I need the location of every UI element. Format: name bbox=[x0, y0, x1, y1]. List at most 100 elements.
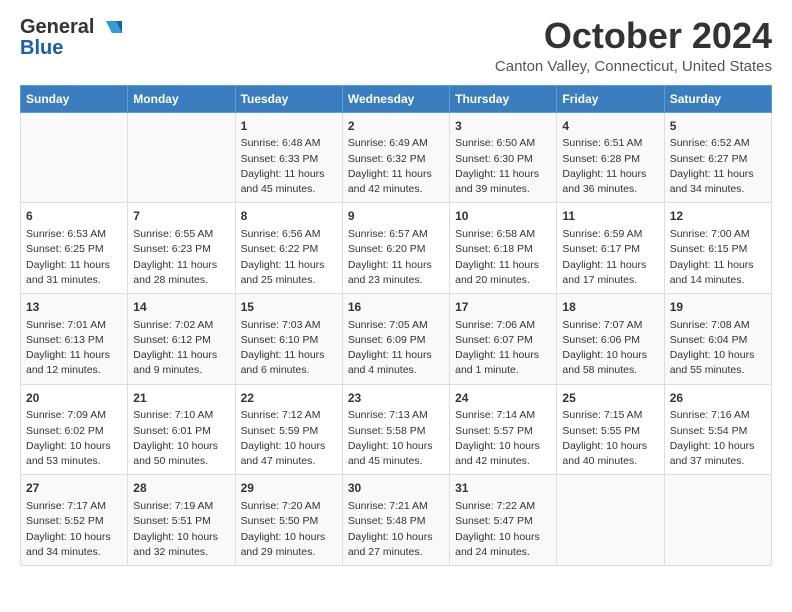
calendar-cell: 7 Sunrise: 6:55 AM Sunset: 6:23 PM Daylig… bbox=[128, 203, 235, 294]
title-section: October 2024 Canton Valley, Connecticut,… bbox=[495, 16, 772, 75]
calendar-cell: 21Sunrise: 7:10 AM Sunset: 6:01 PM Dayli… bbox=[128, 384, 235, 475]
calendar-cell: 9 Sunrise: 6:57 AM Sunset: 6:20 PM Daylig… bbox=[342, 203, 449, 294]
day-info: Sunrise: 7:21 AM Sunset: 5:48 PM Dayligh… bbox=[348, 499, 444, 560]
logo-blue: Blue bbox=[20, 37, 63, 60]
calendar-cell: 24Sunrise: 7:14 AM Sunset: 5:57 PM Dayli… bbox=[450, 384, 557, 475]
calendar-cell: 28 Sunrise: 7:19 AM Sunset: 5:51 PM Dayli… bbox=[128, 475, 235, 566]
day-info: Sunrise: 7:20 AM Sunset: 5:50 PM Dayligh… bbox=[241, 499, 337, 560]
calendar-cell: 15 Sunrise: 7:03 AM Sunset: 6:10 PM Dayli… bbox=[235, 293, 342, 384]
day-info: Sunrise: 6:58 AM Sunset: 6:18 PM Dayligh… bbox=[455, 227, 551, 288]
day-number: 28 bbox=[133, 480, 229, 497]
day-number: 14 bbox=[133, 299, 229, 316]
day-number: 18 bbox=[562, 299, 658, 316]
day-number: 10 bbox=[455, 208, 551, 225]
day-info: Sunrise: 7:19 AM Sunset: 5:51 PM Dayligh… bbox=[133, 499, 229, 560]
day-number: 29 bbox=[241, 480, 337, 497]
location-subtitle: Canton Valley, Connecticut, United State… bbox=[495, 58, 772, 75]
day-number: 8 bbox=[241, 208, 337, 225]
calendar-cell: 27 Sunrise: 7:17 AM Sunset: 5:52 PM Dayli… bbox=[21, 475, 128, 566]
weekday-header: Wednesday bbox=[342, 85, 449, 112]
calendar-week-row: 20Sunrise: 7:09 AM Sunset: 6:02 PM Dayli… bbox=[21, 384, 772, 475]
calendar-cell bbox=[128, 112, 235, 203]
weekday-header: Monday bbox=[128, 85, 235, 112]
calendar-cell: 17 Sunrise: 7:06 AM Sunset: 6:07 PM Dayli… bbox=[450, 293, 557, 384]
day-info: Sunrise: 7:07 AM Sunset: 6:06 PM Dayligh… bbox=[562, 318, 658, 379]
calendar-cell: 18 Sunrise: 7:07 AM Sunset: 6:06 PM Dayli… bbox=[557, 293, 664, 384]
day-info: Sunrise: 7:00 AM Sunset: 6:15 PM Dayligh… bbox=[670, 227, 766, 288]
day-info: Sunrise: 6:57 AM Sunset: 6:20 PM Dayligh… bbox=[348, 227, 444, 288]
day-number: 11 bbox=[562, 208, 658, 225]
calendar-cell: 8 Sunrise: 6:56 AM Sunset: 6:22 PM Daylig… bbox=[235, 203, 342, 294]
day-number: 2 bbox=[348, 118, 444, 135]
calendar-cell: 13 Sunrise: 7:01 AM Sunset: 6:13 PM Dayli… bbox=[21, 293, 128, 384]
logo-icon bbox=[96, 19, 124, 37]
calendar-cell: 12Sunrise: 7:00 AM Sunset: 6:15 PM Dayli… bbox=[664, 203, 771, 294]
day-info: Sunrise: 6:52 AM Sunset: 6:27 PM Dayligh… bbox=[670, 136, 766, 197]
day-info: Sunrise: 7:22 AM Sunset: 5:47 PM Dayligh… bbox=[455, 499, 551, 560]
calendar-cell: 23Sunrise: 7:13 AM Sunset: 5:58 PM Dayli… bbox=[342, 384, 449, 475]
day-number: 6 bbox=[26, 208, 122, 225]
calendar-cell: 5Sunrise: 6:52 AM Sunset: 6:27 PM Daylig… bbox=[664, 112, 771, 203]
calendar-cell: 22Sunrise: 7:12 AM Sunset: 5:59 PM Dayli… bbox=[235, 384, 342, 475]
day-number: 17 bbox=[455, 299, 551, 316]
calendar-cell: 25Sunrise: 7:15 AM Sunset: 5:55 PM Dayli… bbox=[557, 384, 664, 475]
day-info: Sunrise: 6:50 AM Sunset: 6:30 PM Dayligh… bbox=[455, 136, 551, 197]
calendar-week-row: 6 Sunrise: 6:53 AM Sunset: 6:25 PM Daylig… bbox=[21, 203, 772, 294]
calendar-week-row: 1Sunrise: 6:48 AM Sunset: 6:33 PM Daylig… bbox=[21, 112, 772, 203]
calendar-cell: 11Sunrise: 6:59 AM Sunset: 6:17 PM Dayli… bbox=[557, 203, 664, 294]
calendar-cell: 1Sunrise: 6:48 AM Sunset: 6:33 PM Daylig… bbox=[235, 112, 342, 203]
calendar-cell: 16 Sunrise: 7:05 AM Sunset: 6:09 PM Dayli… bbox=[342, 293, 449, 384]
calendar-cell: 10 Sunrise: 6:58 AM Sunset: 6:18 PM Dayli… bbox=[450, 203, 557, 294]
day-info: Sunrise: 7:14 AM Sunset: 5:57 PM Dayligh… bbox=[455, 408, 551, 469]
calendar-cell: 26Sunrise: 7:16 AM Sunset: 5:54 PM Dayli… bbox=[664, 384, 771, 475]
calendar-cell: 6 Sunrise: 6:53 AM Sunset: 6:25 PM Daylig… bbox=[21, 203, 128, 294]
day-number: 13 bbox=[26, 299, 122, 316]
day-info: Sunrise: 7:17 AM Sunset: 5:52 PM Dayligh… bbox=[26, 499, 122, 560]
calendar-week-row: 27 Sunrise: 7:17 AM Sunset: 5:52 PM Dayli… bbox=[21, 475, 772, 566]
day-info: Sunrise: 7:13 AM Sunset: 5:58 PM Dayligh… bbox=[348, 408, 444, 469]
day-number: 3 bbox=[455, 118, 551, 135]
calendar-cell: 29 Sunrise: 7:20 AM Sunset: 5:50 PM Dayli… bbox=[235, 475, 342, 566]
day-number: 7 bbox=[133, 208, 229, 225]
day-info: Sunrise: 7:10 AM Sunset: 6:01 PM Dayligh… bbox=[133, 408, 229, 469]
day-number: 16 bbox=[348, 299, 444, 316]
day-info: Sunrise: 6:51 AM Sunset: 6:28 PM Dayligh… bbox=[562, 136, 658, 197]
day-number: 30 bbox=[348, 480, 444, 497]
calendar-cell bbox=[664, 475, 771, 566]
day-info: Sunrise: 7:05 AM Sunset: 6:09 PM Dayligh… bbox=[348, 318, 444, 379]
page-header: General Blue October 2024 Canton Valley,… bbox=[20, 16, 772, 75]
day-info: Sunrise: 7:06 AM Sunset: 6:07 PM Dayligh… bbox=[455, 318, 551, 379]
day-info: Sunrise: 7:12 AM Sunset: 5:59 PM Dayligh… bbox=[241, 408, 337, 469]
day-number: 9 bbox=[348, 208, 444, 225]
calendar-cell: 31 Sunrise: 7:22 AM Sunset: 5:47 PM Dayli… bbox=[450, 475, 557, 566]
day-info: Sunrise: 6:55 AM Sunset: 6:23 PM Dayligh… bbox=[133, 227, 229, 288]
day-number: 4 bbox=[562, 118, 658, 135]
calendar-table: SundayMondayTuesdayWednesdayThursdayFrid… bbox=[20, 85, 772, 566]
day-info: Sunrise: 6:56 AM Sunset: 6:22 PM Dayligh… bbox=[241, 227, 337, 288]
weekday-header: Friday bbox=[557, 85, 664, 112]
day-number: 25 bbox=[562, 390, 658, 407]
day-number: 1 bbox=[241, 118, 337, 135]
day-info: Sunrise: 7:03 AM Sunset: 6:10 PM Dayligh… bbox=[241, 318, 337, 379]
calendar-cell bbox=[21, 112, 128, 203]
calendar-cell: 4Sunrise: 6:51 AM Sunset: 6:28 PM Daylig… bbox=[557, 112, 664, 203]
day-info: Sunrise: 7:08 AM Sunset: 6:04 PM Dayligh… bbox=[670, 318, 766, 379]
day-info: Sunrise: 7:02 AM Sunset: 6:12 PM Dayligh… bbox=[133, 318, 229, 379]
calendar-cell: 14 Sunrise: 7:02 AM Sunset: 6:12 PM Dayli… bbox=[128, 293, 235, 384]
calendar-cell: 2Sunrise: 6:49 AM Sunset: 6:32 PM Daylig… bbox=[342, 112, 449, 203]
calendar-cell: 30 Sunrise: 7:21 AM Sunset: 5:48 PM Dayli… bbox=[342, 475, 449, 566]
day-number: 15 bbox=[241, 299, 337, 316]
day-number: 20 bbox=[26, 390, 122, 407]
day-info: Sunrise: 7:01 AM Sunset: 6:13 PM Dayligh… bbox=[26, 318, 122, 379]
day-number: 21 bbox=[133, 390, 229, 407]
day-number: 31 bbox=[455, 480, 551, 497]
day-number: 5 bbox=[670, 118, 766, 135]
calendar-week-row: 13 Sunrise: 7:01 AM Sunset: 6:13 PM Dayli… bbox=[21, 293, 772, 384]
weekday-header: Thursday bbox=[450, 85, 557, 112]
day-info: Sunrise: 6:53 AM Sunset: 6:25 PM Dayligh… bbox=[26, 227, 122, 288]
day-number: 26 bbox=[670, 390, 766, 407]
calendar-cell: 3Sunrise: 6:50 AM Sunset: 6:30 PM Daylig… bbox=[450, 112, 557, 203]
calendar-header-row: SundayMondayTuesdayWednesdayThursdayFrid… bbox=[21, 85, 772, 112]
day-number: 27 bbox=[26, 480, 122, 497]
day-info: Sunrise: 6:48 AM Sunset: 6:33 PM Dayligh… bbox=[241, 136, 337, 197]
